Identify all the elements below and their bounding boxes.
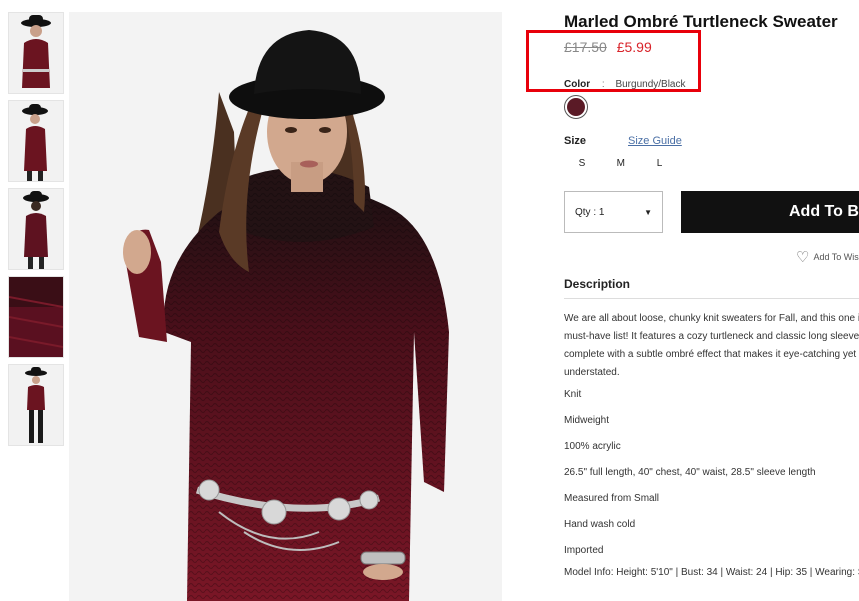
thumbnail-5[interactable] (8, 364, 64, 446)
add-to-wishlist-link[interactable]: ♡Add To Wishlist (796, 248, 859, 266)
spec-item: Imported (564, 545, 604, 556)
wishlist-label: Add To Wishlist (813, 252, 859, 262)
description-divider (564, 298, 859, 299)
spec-item: Model Info: Height: 5'10" | Bust: 34 | W… (564, 567, 859, 578)
spec-item: Hand wash cold (564, 519, 636, 530)
spec-item: 26.5" full length, 40" chest, 40" waist,… (564, 467, 816, 478)
size-options: S M L (564, 158, 678, 169)
thumbnail-gallery (8, 12, 64, 452)
heart-icon: ♡ (796, 249, 810, 266)
size-label: Size (564, 135, 587, 147)
spec-item: Knit (564, 389, 582, 400)
size-option-l[interactable]: L (642, 158, 678, 169)
spec-item: Midweight (564, 415, 610, 426)
thumbnail-1[interactable] (8, 12, 64, 94)
description-line: We are all about loose, chunky knit swea… (564, 313, 859, 324)
description-line: understated. (564, 367, 620, 378)
color-swatch-burgundy[interactable] (564, 95, 588, 119)
size-option-s[interactable]: S (564, 158, 600, 169)
spec-item: Measured from Small (564, 493, 660, 504)
product-title: Marled Ombré Turtleneck Sweater (564, 12, 838, 31)
thumbnail-2[interactable] (8, 100, 64, 182)
description-paragraph: We are all about loose, chunky knit swea… (564, 310, 859, 382)
quantity-value: Qty : 1 (575, 206, 605, 218)
thumbnail-4[interactable] (8, 276, 64, 358)
chevron-down-icon: ▼ (644, 207, 652, 217)
quantity-select[interactable]: Qty : 1 ▼ (564, 191, 663, 233)
thumbnail-3[interactable] (8, 188, 64, 270)
add-to-bag-button[interactable]: Add To Bag (681, 191, 859, 233)
swatch-fill (567, 98, 585, 116)
description-line: complete with a subtle ombré effect that… (564, 349, 857, 360)
spec-item: 100% acrylic (564, 441, 621, 452)
size-guide-link[interactable]: Size Guide (628, 135, 682, 147)
product-main-image[interactable] (69, 12, 502, 601)
description-heading: Description (564, 277, 631, 291)
price-highlight-box (526, 30, 701, 92)
size-option-m[interactable]: M (603, 158, 639, 169)
description-line: must-have list! It features a cozy turtl… (564, 331, 859, 342)
